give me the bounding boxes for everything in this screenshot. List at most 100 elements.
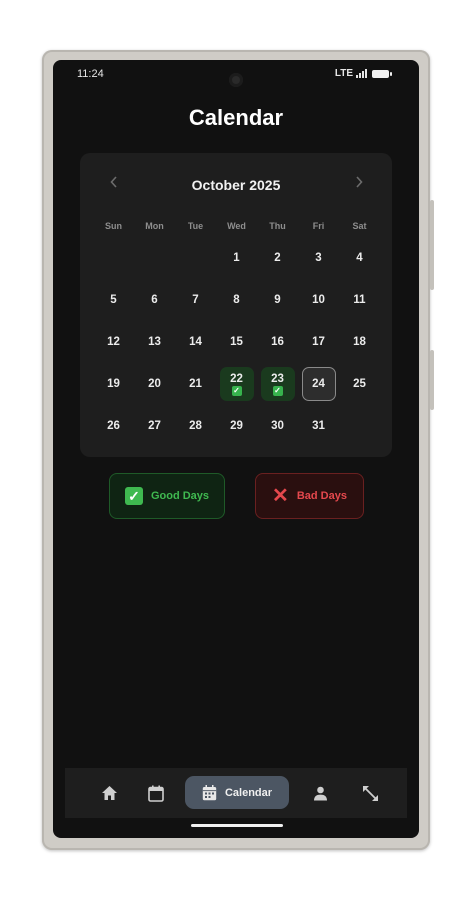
day-number: 30 [271,420,284,432]
bad-days-button[interactable]: ✕ Bad Days [255,473,364,519]
day-cell: 5 [93,279,134,321]
day-number: 10 [312,294,325,306]
nav-calendar-active[interactable]: Calendar [185,776,289,809]
month-label: October 2025 [191,177,281,193]
day-cell: 30 [257,405,298,447]
day-cell: 6 [134,279,175,321]
day-16[interactable]: 16 [261,325,295,359]
weekday-label: Fri [312,221,325,231]
day-8[interactable]: 8 [220,283,254,317]
day-5[interactable]: 5 [97,283,131,317]
day-cell: 4 [339,237,380,279]
day-cell: 13 [134,321,175,363]
day-number: 23 [271,372,284,385]
day-20[interactable]: 20 [138,367,172,401]
day-9[interactable]: 9 [261,283,295,317]
day-number: 21 [189,378,202,390]
day-13[interactable]: 13 [138,325,172,359]
good-days-button[interactable]: ✓ Good Days [109,473,225,519]
day-12[interactable]: 12 [97,325,131,359]
day-27[interactable]: 27 [138,409,172,443]
day-18[interactable]: 18 [343,325,377,359]
day-number: 5 [110,294,117,306]
empty-cell [93,237,134,279]
day-1[interactable]: 1 [220,241,254,275]
calendar-outline-icon [148,785,164,802]
day-cell: 26 [93,405,134,447]
day-26[interactable]: 26 [97,409,131,443]
nav-active-label: Calendar [224,786,273,799]
day-17[interactable]: 17 [302,325,336,359]
day-7[interactable]: 7 [179,283,213,317]
day-3[interactable]: 3 [302,241,336,275]
day-cell: 29 [216,405,257,447]
front-camera [229,73,243,87]
home-indicator [191,824,283,827]
chevron-right-icon [356,176,363,188]
day-19[interactable]: 19 [97,367,131,401]
weekday-label: Sun [105,221,122,231]
volume-button [430,200,434,290]
nav-home[interactable] [97,782,121,804]
signal-icon [356,69,367,78]
day-number: 15 [230,336,243,348]
day-number: 16 [271,336,284,348]
day-cell: 21 [175,363,216,405]
day-cell: 7 [175,279,216,321]
day-23[interactable]: 23 ✓ [260,367,295,401]
day-cell: 8 [216,279,257,321]
day-15[interactable]: 15 [220,325,254,359]
cross-mark-icon: ✕ [272,485,289,507]
day-cell: 23 ✓ [257,363,298,405]
day-30[interactable]: 30 [261,409,295,443]
day-cell: 9 [257,279,298,321]
day-28[interactable]: 28 [179,409,213,443]
day-cell: 11 [339,279,380,321]
day-29[interactable]: 29 [220,409,254,443]
power-button [430,350,434,410]
day-25[interactable]: 25 [343,367,377,401]
day-24[interactable]: 24 [301,367,336,401]
calendar-card: October 2025 Sun Mon Tue Wed Thu Fri Sat 12345… [80,153,392,457]
day-number: 6 [151,294,158,306]
day-11[interactable]: 11 [343,283,377,317]
day-number: 3 [315,252,322,264]
person-icon [313,786,327,800]
day-21[interactable]: 21 [179,367,213,401]
day-number: 13 [148,336,161,348]
day-6[interactable]: 6 [138,283,172,317]
day-number: 12 [107,336,120,348]
day-cell: 19 [93,363,134,405]
day-number: 22 [230,372,243,385]
day-number: 29 [230,420,243,432]
day-cell: 27 [134,405,175,447]
day-31[interactable]: 31 [302,409,336,443]
day-cell: 24 [298,363,339,405]
next-month-button[interactable] [355,175,363,193]
day-number: 31 [312,420,325,432]
day-22[interactable]: 22 ✓ [219,367,254,401]
nav-calendar-outline[interactable] [144,782,168,804]
check-mark-icon: ✓ [124,487,143,505]
bottom-navigation: Calendar [65,768,407,818]
empty-cell [175,237,216,279]
weekday-label: Mon [145,221,164,231]
day-number: 11 [353,294,366,306]
day-4[interactable]: 4 [343,241,377,275]
day-14[interactable]: 14 [179,325,213,359]
nav-expand[interactable] [358,782,382,804]
day-cell: 10 [298,279,339,321]
weekday-label: Wed [227,221,246,231]
day-number: 24 [312,378,325,390]
check-mark-icon: ✓ [231,385,242,396]
day-number: 14 [189,336,202,348]
day-cell: 16 [257,321,298,363]
day-10[interactable]: 10 [302,283,336,317]
page-title: Calendar [188,105,284,130]
status-time: 11:24 [77,68,104,80]
day-2[interactable]: 2 [261,241,295,275]
bad-days-label: Bad Days [296,490,347,502]
day-number: 19 [107,378,120,390]
day-number: 8 [233,294,240,306]
nav-profile[interactable] [308,782,332,804]
